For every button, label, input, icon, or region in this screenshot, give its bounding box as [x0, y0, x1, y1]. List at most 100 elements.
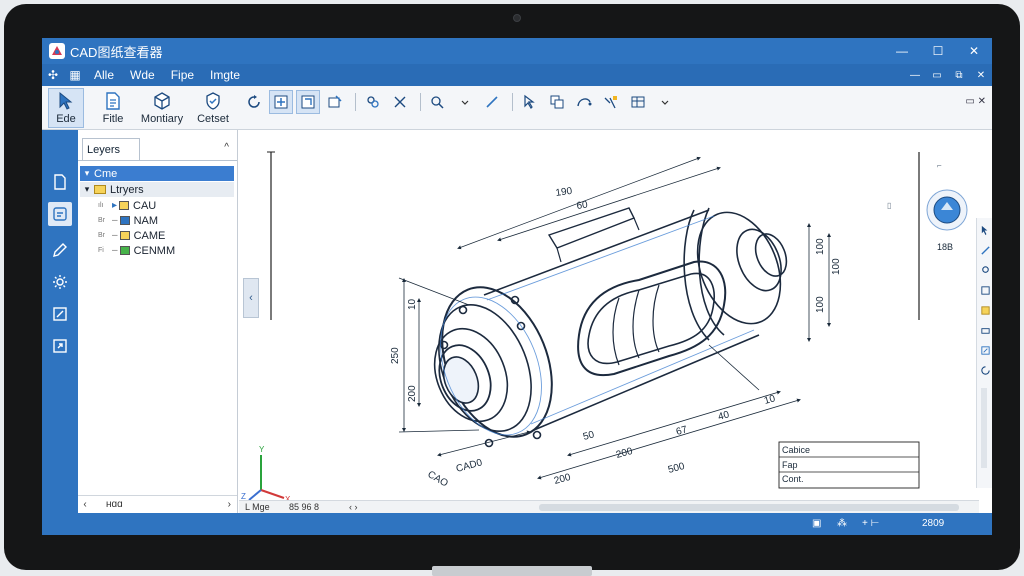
left-tool-markup[interactable] — [48, 238, 72, 262]
tree-item-came[interactable]: Br – CAME — [80, 228, 234, 243]
tool-dropdown-2[interactable] — [653, 90, 677, 114]
tree-item-layers[interactable]: ▾ Ltryers — [80, 182, 234, 197]
print-icon — [980, 327, 990, 334]
tool-table[interactable] — [626, 90, 650, 114]
tab-layers[interactable]: Leyers — [82, 138, 140, 160]
app-window: CAD图纸查看器 — ☐ ✕ ✣ ▦ Alle Wde Fipe Imgte —… — [42, 38, 992, 535]
panel-divider — [78, 160, 237, 161]
tool-pan[interactable] — [269, 90, 293, 114]
right-tool-7[interactable] — [979, 344, 991, 356]
panel-footer-label: ʜɑɑ — [106, 499, 123, 510]
layer-color-swatch[interactable] — [119, 246, 130, 255]
menu-item-alle[interactable]: Alle — [86, 68, 122, 82]
tree-item-nam[interactable]: Br – NAM — [80, 213, 234, 228]
right-tool-4[interactable] — [979, 284, 991, 296]
doc-minimize-button[interactable]: — — [904, 64, 926, 86]
titleblock-row-2: Fap — [782, 460, 798, 470]
layer-color-swatch[interactable] — [119, 231, 130, 240]
dim-right-1: 100 — [831, 258, 842, 275]
scroll-arrows[interactable]: ‹ › — [349, 502, 358, 512]
ribbon-button-file[interactable]: Fitle — [94, 88, 132, 128]
left-tool-edit[interactable] — [48, 302, 72, 326]
grid-menu-icon[interactable]: ▦ — [64, 68, 86, 82]
scroll-thumb[interactable] — [539, 504, 959, 511]
tool-zoom-window[interactable] — [296, 90, 320, 114]
visibility-icon[interactable]: – — [112, 245, 118, 256]
doc-close-button[interactable]: ✕ — [970, 64, 992, 86]
right-tool-2[interactable] — [979, 244, 991, 256]
tool-copy[interactable] — [545, 90, 569, 114]
panel-collapse-button[interactable]: ^ — [224, 142, 229, 153]
ribbon-button-monitory[interactable]: Montiary — [138, 88, 186, 128]
doc-tile-button[interactable]: ⧉ — [948, 64, 970, 86]
layout-tab-label[interactable]: L Mge — [245, 502, 270, 512]
status-window-icon[interactable]: ▣ — [812, 518, 821, 529]
export-icon — [980, 345, 990, 355]
status-mid: + ⊢ — [862, 518, 880, 529]
status-right-label: 2809 — [922, 518, 945, 529]
monitor-bezel: CAD图纸查看器 — ☐ ✕ ✣ ▦ Alle Wde Fipe Imgte —… — [4, 4, 1020, 570]
scroll-right-button[interactable]: › — [228, 499, 231, 510]
visibility-icon[interactable]: – — [112, 215, 118, 226]
tool-dropdown[interactable] — [453, 90, 477, 114]
right-tool-3[interactable] — [979, 264, 991, 276]
right-scrollbar[interactable] — [981, 388, 987, 468]
expand-arrow-icon[interactable]: ▾ — [80, 168, 94, 179]
left-tool-layers[interactable] — [48, 202, 72, 226]
tool-measure[interactable] — [388, 90, 412, 114]
app-menu-icon[interactable]: ✣ — [42, 68, 64, 82]
left-tool-export[interactable] — [48, 334, 72, 358]
ribbon-window-controls[interactable]: ▭ ✕ — [965, 96, 986, 107]
right-tool-6[interactable] — [979, 324, 991, 336]
menu-item-wde[interactable]: Wde — [122, 68, 163, 82]
toolbar-separator — [512, 93, 513, 111]
tree-item-cenmm[interactable]: Fi – CENMM — [80, 243, 234, 258]
visibility-icon[interactable]: – — [112, 230, 118, 241]
expand-arrow-icon[interactable]: ▾ — [80, 184, 94, 195]
tool-dimension[interactable] — [599, 90, 623, 114]
cursor-icon — [59, 91, 73, 110]
tool-arc[interactable] — [572, 90, 596, 114]
panel-toggle-button[interactable]: ‹ — [243, 278, 259, 318]
tool-rotate[interactable] — [242, 90, 266, 114]
minimize-button[interactable]: — — [884, 38, 920, 64]
monitor-stand — [432, 566, 592, 576]
maximize-button[interactable]: ☐ — [920, 38, 956, 64]
axis-gizmo: Y Z X — [241, 445, 291, 504]
cad-drawing[interactable]: 190 60 100 100 100 10 250 200 10 40 67 5… — [239, 130, 979, 504]
layer-color-swatch[interactable] — [119, 216, 130, 225]
left-tool-files[interactable] — [48, 170, 72, 194]
tool-snap[interactable] — [426, 90, 450, 114]
tool-view[interactable] — [323, 90, 347, 114]
layer-color-swatch[interactable] — [119, 201, 130, 210]
title-bar: CAD图纸查看器 — ☐ ✕ — [42, 38, 992, 64]
tool-line[interactable] — [480, 90, 504, 114]
right-tool-1[interactable] — [979, 224, 991, 236]
tool-layers[interactable] — [361, 90, 385, 114]
toolbar-separator — [355, 93, 356, 111]
drawing-canvas[interactable]: 190 60 100 100 100 10 250 200 10 40 67 5… — [239, 130, 979, 504]
scroll-left-button[interactable]: ‹ — [78, 499, 92, 510]
visibility-icon[interactable]: ▸ — [112, 200, 117, 211]
tree-item-cau[interactable]: ılı ▸ CAU — [80, 198, 234, 213]
tool-select[interactable] — [518, 90, 542, 114]
tree-prefix: ılı — [98, 202, 104, 209]
left-tool-settings[interactable] — [48, 270, 72, 294]
webcam — [513, 14, 521, 22]
tree-label-cenmm: CENMM — [133, 244, 176, 257]
ribbon-button-cetset[interactable]: Cetset — [188, 88, 238, 128]
canvas-scrollbar[interactable]: L Mge 85 96 8 ‹ › — [239, 500, 979, 513]
ribbon-button-edit[interactable]: Ede — [48, 88, 84, 128]
part-body — [433, 207, 788, 448]
tree-item-cme[interactable]: ▾ Cme — [80, 166, 234, 181]
right-tool-5[interactable] — [979, 304, 991, 316]
close-button[interactable]: ✕ — [956, 38, 992, 64]
status-palette-icon[interactable]: ⁂ — [837, 518, 847, 529]
tree-prefix: Br — [98, 217, 105, 224]
menu-item-fipe[interactable]: Fipe — [163, 68, 202, 82]
right-tool-8[interactable] — [979, 364, 991, 376]
dim-left-250: 250 — [390, 347, 401, 364]
doc-restore-button[interactable]: ▭ — [926, 64, 948, 86]
shield-icon — [206, 92, 220, 110]
menu-item-imgte[interactable]: Imgte — [202, 68, 248, 82]
